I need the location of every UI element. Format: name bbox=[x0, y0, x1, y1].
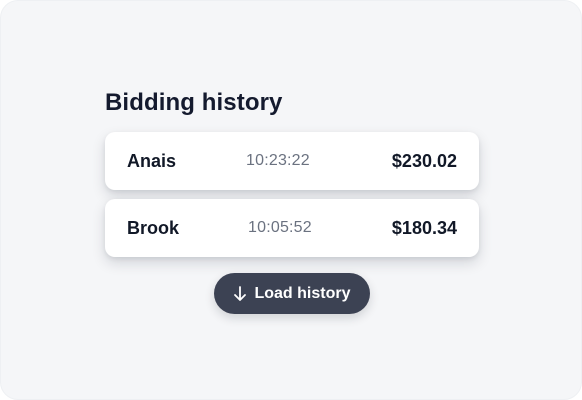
bid-time: 10:23:22 bbox=[246, 152, 310, 169]
bid-row: Brook 10:05:52 $180.34 bbox=[105, 199, 479, 257]
bid-time: 10:05:52 bbox=[248, 219, 312, 236]
page-title: Bidding history bbox=[105, 89, 283, 116]
bidding-history-panel: Bidding history Anais 10:23:22 $230.02 B… bbox=[0, 0, 582, 400]
bidder-name: Anais bbox=[127, 151, 177, 171]
arrow-down-icon bbox=[233, 285, 247, 303]
bid-amount: $180.34 bbox=[391, 218, 457, 238]
bid-amount: $230.02 bbox=[391, 151, 457, 171]
load-history-label: Load history bbox=[254, 284, 351, 302]
bid-row: Anais 10:23:22 $230.02 bbox=[105, 132, 479, 190]
load-history-button[interactable]: Load history bbox=[214, 273, 370, 314]
bidder-name: Brook bbox=[127, 218, 180, 238]
